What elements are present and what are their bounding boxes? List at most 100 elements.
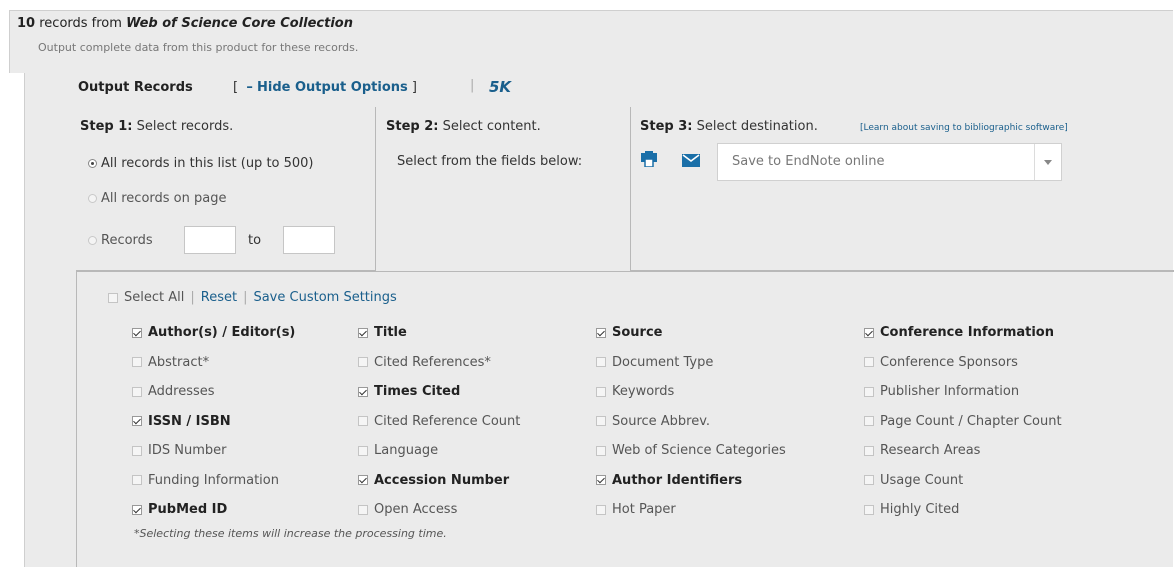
5k-badge[interactable]: 5K (489, 78, 511, 96)
step2-label-rest: Select content. (438, 119, 541, 134)
field-option[interactable]: Addresses (132, 377, 295, 407)
field-checkbox[interactable] (358, 504, 368, 515)
radio-all-records-list[interactable]: All records in this list (up to 500) (88, 156, 314, 171)
field-checkbox[interactable] (132, 504, 142, 515)
field-column-1: Author(s) / Editor(s) Abstract* Addresses I… (132, 318, 295, 525)
step1-label-rest: Select records. (132, 119, 234, 134)
save-custom-settings-link[interactable]: Save Custom Settings (253, 290, 396, 305)
field-option[interactable]: Open Access (358, 495, 520, 525)
destination-value: Save to EndNote online (732, 154, 885, 169)
field-checkbox[interactable] (596, 445, 606, 456)
field-option[interactable]: Source Abbrev. (596, 407, 786, 437)
field-checkbox[interactable] (864, 386, 874, 397)
field-option[interactable]: Conference Sponsors (864, 348, 1062, 378)
hide-output-options-link[interactable]: Hide Output Options (257, 80, 408, 95)
step1-label: Step 1: Select records. (80, 119, 233, 134)
chevron-down-icon[interactable] (1034, 144, 1061, 180)
field-checkbox[interactable] (596, 357, 606, 368)
field-option[interactable]: Conference Information (864, 318, 1062, 348)
field-option[interactable]: Author Identifiers (596, 466, 786, 496)
field-option[interactable]: Author(s) / Editor(s) (132, 318, 295, 348)
print-icon[interactable] (641, 151, 657, 167)
field-label: Highly Cited (880, 502, 960, 518)
radio-label: All records in this list (up to 500) (101, 156, 314, 171)
field-label: Open Access (374, 502, 458, 518)
radio-label: All records on page (101, 191, 227, 206)
field-checkbox[interactable] (864, 504, 874, 515)
bar-sep: | (190, 290, 195, 305)
field-checkbox[interactable] (596, 327, 606, 338)
field-checkbox[interactable] (132, 357, 142, 368)
field-option[interactable]: Page Count / Chapter Count (864, 407, 1062, 437)
field-checkbox[interactable] (864, 327, 874, 338)
field-option[interactable]: Web of Science Categories (596, 436, 786, 466)
hide-output-options: [ – Hide Output Options ] (233, 80, 417, 95)
bar-sep: | (243, 290, 248, 305)
step3-label: Step 3: Select destination. (640, 119, 818, 134)
field-label: Times Cited (374, 384, 461, 400)
field-option[interactable]: Title (358, 318, 520, 348)
field-label: Conference Sponsors (880, 354, 1018, 370)
field-checkbox[interactable] (132, 386, 142, 397)
records-to-input[interactable] (283, 226, 335, 254)
learn-bibliographic-link[interactable]: [Learn about saving to bibliographic sof… (860, 123, 1068, 133)
field-checkbox[interactable] (358, 386, 368, 397)
field-checkbox[interactable] (132, 475, 142, 486)
field-checkbox[interactable] (864, 416, 874, 427)
field-option[interactable]: Funding Information (132, 466, 295, 496)
radio-button[interactable] (88, 159, 97, 168)
field-option[interactable]: Times Cited (358, 377, 520, 407)
field-option[interactable]: Cited Reference Count (358, 407, 520, 437)
field-checkbox[interactable] (864, 445, 874, 456)
field-checkbox[interactable] (132, 445, 142, 456)
field-option[interactable]: Highly Cited (864, 495, 1062, 525)
field-checkbox[interactable] (358, 475, 368, 486)
field-option[interactable]: PubMed ID (132, 495, 295, 525)
field-option[interactable]: Abstract* (132, 348, 295, 378)
field-option[interactable]: Keywords (596, 377, 786, 407)
field-checkbox[interactable] (596, 475, 606, 486)
field-option[interactable]: Document Type (596, 348, 786, 378)
hide-dash[interactable]: – (246, 80, 253, 95)
field-option[interactable]: Language (358, 436, 520, 466)
field-option[interactable]: IDS Number (132, 436, 295, 466)
field-option[interactable]: Hot Paper (596, 495, 786, 525)
radio-records-range[interactable]: Records (88, 233, 153, 248)
records-header: 10 records from Web of Science Core Coll… (17, 16, 353, 31)
field-checkbox[interactable] (358, 357, 368, 368)
field-option[interactable]: Publisher Information (864, 377, 1062, 407)
select-all-checkbox[interactable] (108, 292, 118, 303)
radio-all-records-page[interactable]: All records on page (88, 191, 226, 206)
destination-select[interactable]: Save to EndNote online (717, 143, 1062, 181)
field-label: Hot Paper (612, 502, 676, 518)
field-checkbox[interactable] (864, 475, 874, 486)
field-option[interactable]: Source (596, 318, 786, 348)
bracket-open: [ (233, 80, 239, 95)
field-checkbox[interactable] (596, 504, 606, 515)
field-option[interactable]: Cited References* (358, 348, 520, 378)
field-checkbox[interactable] (596, 386, 606, 397)
reset-link[interactable]: Reset (201, 290, 237, 305)
field-checkbox[interactable] (132, 327, 142, 338)
field-label: Source (612, 325, 663, 341)
field-option[interactable]: Accession Number (358, 466, 520, 496)
field-checkbox[interactable] (864, 357, 874, 368)
mail-icon[interactable] (682, 154, 700, 167)
field-option[interactable]: Usage Count (864, 466, 1062, 496)
field-checkbox[interactable] (132, 416, 142, 427)
field-label: Addresses (148, 384, 215, 400)
field-checkbox[interactable] (358, 445, 368, 456)
field-label: Source Abbrev. (612, 413, 711, 429)
field-option[interactable]: ISSN / ISBN (132, 407, 295, 437)
field-checkbox[interactable] (596, 416, 606, 427)
field-checkbox[interactable] (358, 327, 368, 338)
radio-button[interactable] (88, 194, 97, 203)
field-checkbox[interactable] (358, 416, 368, 427)
bracket-close: ] (411, 80, 417, 95)
radio-button[interactable] (88, 236, 97, 245)
field-label: Publisher Information (880, 384, 1020, 400)
records-from-input[interactable] (184, 226, 236, 254)
field-column-4: Conference Information Conference Sponsor… (864, 318, 1062, 525)
processing-note: *Selecting these items will increase the… (134, 527, 447, 540)
field-option[interactable]: Research Areas (864, 436, 1062, 466)
